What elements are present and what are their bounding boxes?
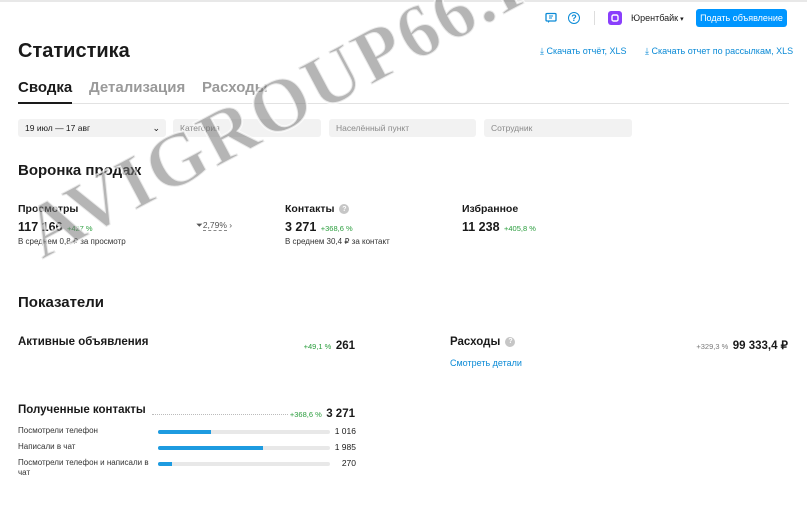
received-contacts-value: 3 271 <box>326 408 355 420</box>
company-logo-icon <box>608 11 622 25</box>
company-menu[interactable]: Юрентбайк ▾ <box>631 13 684 23</box>
breakdown-row-value: 270 <box>341 458 356 468</box>
contacts-value: 3 271 <box>285 220 317 234</box>
info-icon[interactable]: ? <box>505 336 516 347</box>
contacts-stat: 3 271 +368,6 % <box>285 218 353 236</box>
breakdown-row-label: Написали в чат <box>18 442 76 451</box>
received-contacts-leader <box>152 414 288 415</box>
active-ads-label: Активные объявления <box>18 336 149 348</box>
download-mailing-report-link[interactable]: ⤓ Скачать отчет по рассылкам, XLS <box>645 46 793 57</box>
download-icon: ⤓ <box>540 46 544 56</box>
conversion-value: 2,79% <box>202 220 227 231</box>
funnel-icon: ⏷ <box>196 220 203 230</box>
post-ad-button[interactable]: Подать объявление <box>696 9 787 27</box>
contacts-label-wrap: Контакты ? <box>285 203 350 215</box>
views-note: В среднем 0,8 ₽ за просмотр <box>18 237 126 246</box>
expenses-delta: +329,3 % <box>696 342 729 351</box>
page-title: Статистика <box>18 40 130 62</box>
breakdown-row-value: 1 016 <box>334 426 356 436</box>
views-value: 117 166 <box>18 220 63 234</box>
breakdown-row-value: 1 985 <box>334 442 356 452</box>
views-delta: +427 % <box>66 224 93 233</box>
expenses-label: Расходы <box>450 336 501 348</box>
tabs-divider <box>18 103 789 104</box>
breakdown-row-label: Посмотрели телефон <box>18 426 98 435</box>
tab-expenses[interactable]: Расходы <box>202 79 268 96</box>
favorites-label: Избранное <box>462 203 519 215</box>
active-tab-indicator <box>18 102 72 104</box>
views-stat: 117 166 +427 % <box>18 218 93 236</box>
favorites-delta: +405,8 % <box>504 224 536 233</box>
locality-input[interactable]: Населённый пункт <box>329 119 476 137</box>
funnel-title: Воронка продаж <box>18 162 142 179</box>
favorites-stat: 11 238 +405,8 % <box>462 218 536 236</box>
views-label: Просмотры <box>18 203 79 215</box>
top-border <box>0 0 807 2</box>
info-icon[interactable]: ? <box>339 204 350 215</box>
download-report-label: Скачать отчёт, XLS <box>546 46 627 56</box>
expenses-value: 99 333,4 ₽ <box>732 340 788 352</box>
breakdown-row-bar-fill <box>158 446 263 450</box>
received-contacts-label: Полученные контакты <box>18 404 146 416</box>
category-input[interactable]: Категория <box>173 119 321 137</box>
download-mailing-label: Скачать отчет по рассылкам, XLS <box>651 46 794 56</box>
active-ads-delta: +49,1 % <box>303 342 332 351</box>
conversion-badge[interactable]: ⏷2,79% › <box>196 220 232 231</box>
expenses-stat: +329,3 % 99 333,4 ₽ <box>640 336 788 354</box>
tab-summary[interactable]: Сводка <box>18 79 72 96</box>
breakdown-row-bar-fill <box>158 430 212 434</box>
date-range-select[interactable]: 19 июл — 17 авг ⌄ <box>18 119 166 137</box>
download-report-link[interactable]: ⤓ Скачать отчёт, XLS <box>540 46 627 57</box>
chevron-down-icon: ⌄ <box>152 123 160 133</box>
expenses-label-wrap: Расходы ? <box>450 336 516 348</box>
breakdown-row-label: Посмотрели телефон и написали в чат <box>18 458 149 477</box>
feedback-icon[interactable] <box>545 12 557 24</box>
download-icon: ⤓ <box>645 46 649 56</box>
active-ads-stat: +49,1 % 261 <box>280 336 355 354</box>
company-name: Юрентбайк <box>631 13 679 23</box>
favorites-value: 11 238 <box>462 220 500 234</box>
received-contacts-delta: +368,6 % <box>289 410 322 419</box>
help-icon[interactable]: ? <box>568 12 580 24</box>
contacts-delta: +368,6 % <box>320 224 353 233</box>
date-range-value: 19 июл — 17 авг <box>25 123 91 133</box>
chevron-down-icon: ▾ <box>680 16 684 23</box>
tab-details[interactable]: Детализация <box>89 79 185 96</box>
employee-input[interactable]: Сотрудник <box>484 119 632 137</box>
active-ads-value: 261 <box>335 340 355 352</box>
contacts-label: Контакты <box>285 203 335 215</box>
expenses-details-link[interactable]: Смотреть детали <box>450 358 522 368</box>
header-divider <box>594 11 595 25</box>
received-contacts-stat: +368,6 % 3 271 <box>280 404 355 422</box>
breakdown-row-bar-fill <box>158 462 172 466</box>
indicators-title: Показатели <box>18 294 105 311</box>
contacts-note: В среднем 30,4 ₽ за контакт <box>285 237 390 246</box>
